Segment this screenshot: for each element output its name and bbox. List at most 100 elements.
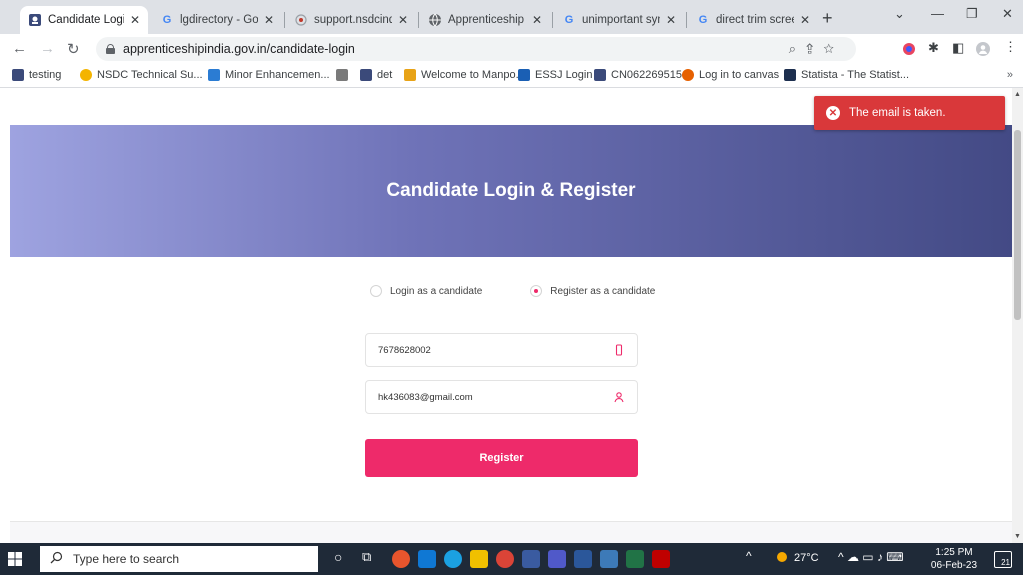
email-field[interactable] bbox=[365, 380, 638, 414]
windows-taskbar: Type here to search ○ ⧉ ^ 27°C ^ ☁ ▭ ♪ ⌨… bbox=[0, 543, 1023, 575]
tab-title: Apprenticeship Por bbox=[448, 14, 526, 26]
tab-support-nsdc[interactable]: support.nsdcindia. ✕ bbox=[286, 6, 416, 34]
register-radio-option[interactable]: Register as a candidate bbox=[530, 285, 655, 297]
page-scrollbar[interactable]: ▲ ▼ bbox=[1012, 88, 1023, 543]
bookmark-nsdc-technical[interactable]: NSDC Technical Su... bbox=[80, 69, 203, 81]
system-tray-icons[interactable]: ^ ☁ ▭ ♪ ⌨ bbox=[838, 550, 904, 564]
bookmark-cn062269515[interactable]: CN062269515 bbox=[594, 69, 682, 81]
teams-icon[interactable] bbox=[548, 550, 566, 568]
excel-icon[interactable] bbox=[626, 550, 644, 568]
minimize-icon[interactable]: — bbox=[931, 6, 944, 21]
chrome-icon[interactable] bbox=[496, 550, 514, 568]
clock-date: 06-Feb-23 bbox=[930, 560, 978, 571]
notes-icon[interactable] bbox=[600, 550, 618, 568]
scroll-down-arrow-icon[interactable]: ▼ bbox=[1014, 533, 1021, 540]
app-icon[interactable] bbox=[522, 550, 540, 568]
search-icon bbox=[50, 551, 63, 567]
forward-arrow-icon[interactable]: → bbox=[40, 40, 55, 57]
tab-apprenticeship-portal[interactable]: Apprenticeship Por ✕ bbox=[420, 6, 550, 34]
bookmark-minor-enhancement[interactable]: Minor Enhancemen... bbox=[208, 69, 330, 81]
register-button[interactable]: Register bbox=[365, 439, 638, 477]
bookmark-testing[interactable]: testing bbox=[12, 69, 61, 81]
mobile-number-input[interactable] bbox=[378, 344, 613, 356]
footer-band bbox=[10, 522, 1012, 543]
url-text: apprenticeshipindia.gov.in/candidate-log… bbox=[123, 42, 355, 56]
word-icon[interactable] bbox=[574, 550, 592, 568]
apprenticeship-favicon bbox=[594, 69, 606, 81]
page-viewport: Candidate Login & Register Login as a ca… bbox=[0, 88, 1012, 543]
tab-candidate-login[interactable]: Candidate Login | A ✕ bbox=[20, 6, 148, 34]
lock-icon[interactable] bbox=[106, 44, 115, 54]
extensions-puzzle-icon[interactable]: ✱ bbox=[928, 40, 942, 55]
radio-label: Register as a candidate bbox=[550, 285, 656, 297]
tab-close-icon[interactable]: ✕ bbox=[264, 13, 274, 27]
login-radio-option[interactable]: Login as a candidate bbox=[370, 285, 482, 297]
extension-colorful-icon[interactable] bbox=[902, 42, 916, 56]
bookmark-star-icon[interactable]: ☆ bbox=[823, 41, 844, 56]
tab-close-icon[interactable]: ✕ bbox=[800, 13, 810, 27]
tab-close-icon[interactable]: ✕ bbox=[130, 13, 140, 27]
canvas-icon bbox=[682, 69, 694, 81]
tab-close-icon[interactable]: ✕ bbox=[666, 13, 676, 27]
profile-avatar-icon[interactable] bbox=[976, 42, 990, 56]
bookmark-label: Statista - The Statist... bbox=[801, 69, 910, 81]
radio-circle-icon[interactable] bbox=[370, 285, 382, 297]
windows-start-icon[interactable] bbox=[8, 552, 22, 566]
edge-icon[interactable] bbox=[444, 550, 462, 568]
back-arrow-icon[interactable]: ← bbox=[12, 40, 27, 57]
tab-separator bbox=[418, 12, 419, 28]
task-view-icon[interactable]: ⧉ bbox=[362, 549, 380, 567]
browser-menu-icon[interactable]: ⋮ bbox=[1004, 39, 1018, 54]
manpower-icon bbox=[404, 69, 416, 81]
notification-center-icon[interactable]: 21 bbox=[994, 551, 1012, 568]
bookmark-welcome-manpower[interactable]: Welcome to Manpo... bbox=[404, 69, 525, 81]
scroll-up-arrow-icon[interactable]: ▲ bbox=[1014, 91, 1021, 98]
reload-icon[interactable]: ↻ bbox=[67, 40, 80, 58]
scrollbar-thumb[interactable] bbox=[1014, 130, 1021, 320]
new-tab-icon[interactable]: + bbox=[822, 8, 833, 29]
file-explorer-icon[interactable] bbox=[470, 550, 488, 568]
bookmark-det[interactable]: det bbox=[360, 69, 392, 81]
apprenticeship-favicon bbox=[12, 69, 24, 81]
mobile-number-field[interactable] bbox=[365, 333, 638, 367]
google-icon: G bbox=[162, 14, 172, 26]
nsdc-favicon bbox=[80, 69, 92, 81]
mobile-phone-icon bbox=[613, 344, 625, 356]
tab-title: lgdirectory - Googl bbox=[180, 14, 258, 26]
filezilla-icon[interactable] bbox=[652, 550, 670, 568]
tab-lgdirectory[interactable]: G lgdirectory - Googl ✕ bbox=[152, 6, 282, 34]
error-toast[interactable]: ✕ The email is taken. bbox=[814, 96, 1005, 130]
side-panel-icon[interactable]: ◧ bbox=[952, 40, 966, 55]
tab-close-icon[interactable]: ✕ bbox=[398, 13, 408, 27]
outlook-icon[interactable] bbox=[418, 550, 436, 568]
address-bar[interactable]: apprenticeshipindia.gov.in/candidate-log… bbox=[96, 37, 856, 61]
taskbar-search-box[interactable]: Type here to search bbox=[40, 546, 318, 572]
hero-banner: Candidate Login & Register bbox=[10, 125, 1012, 257]
tab-unimportant-synonyms[interactable]: G unimportant synon ✕ bbox=[554, 6, 684, 34]
bookmark-canvas[interactable]: Log in to canvas bbox=[682, 69, 779, 81]
bookmark-label: testing bbox=[29, 69, 62, 81]
tab-close-icon[interactable]: ✕ bbox=[532, 13, 542, 27]
share-icon[interactable]: ⇪ bbox=[806, 41, 823, 56]
bookmarks-overflow-icon[interactable]: » bbox=[1007, 69, 1013, 81]
tab-direct-trim[interactable]: G direct trim screens ✕ bbox=[688, 6, 818, 34]
google-icon: G bbox=[564, 14, 574, 26]
close-window-icon[interactable]: ✕ bbox=[1002, 6, 1013, 22]
document-icon bbox=[208, 69, 220, 81]
bookmark-download[interactable] bbox=[336, 69, 353, 81]
weather-icon[interactable] bbox=[774, 549, 790, 568]
temperature-text[interactable]: 27°C bbox=[794, 552, 819, 564]
email-input[interactable] bbox=[378, 391, 613, 403]
taskbar-clock[interactable]: 1:25 PM 06-Feb-23 bbox=[930, 546, 978, 572]
bookmark-essj-login[interactable]: ESSJ Login bbox=[518, 69, 592, 81]
tab-separator bbox=[552, 12, 553, 28]
tab-search-chevron-icon[interactable]: ⌄ bbox=[894, 6, 905, 22]
radio-circle-icon[interactable] bbox=[530, 285, 543, 297]
restore-icon[interactable]: ❐ bbox=[966, 6, 978, 22]
presentation-app-icon[interactable] bbox=[392, 550, 410, 568]
bookmark-statista[interactable]: Statista - The Statist... bbox=[784, 69, 909, 81]
zoom-icon[interactable]: ⌕ bbox=[789, 41, 806, 56]
tray-overflow-icon[interactable]: ^ bbox=[746, 549, 752, 563]
cortana-circle-icon[interactable]: ○ bbox=[334, 549, 352, 567]
toast-message: The email is taken. bbox=[849, 107, 946, 119]
